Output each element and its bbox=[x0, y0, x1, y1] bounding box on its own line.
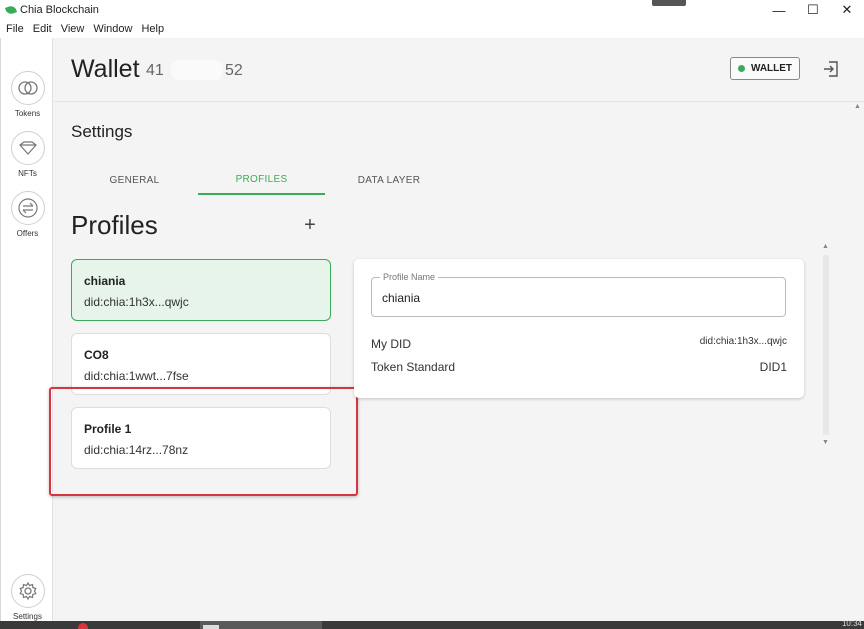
taskbar-app-icon[interactable] bbox=[78, 623, 88, 629]
gear-icon bbox=[10, 574, 45, 608]
status-dot-icon bbox=[737, 65, 745, 72]
profile-card-chiania[interactable]: chiania did:chia:1h3x...qwjc bbox=[71, 259, 331, 321]
scroll-thumb[interactable] bbox=[823, 255, 829, 435]
sidebar-item-label: NFTs bbox=[18, 169, 37, 178]
window-title: Chia Blockchain bbox=[20, 4, 99, 16]
settings-tabs: GENERAL PROFILES DATA LAYER bbox=[71, 165, 453, 195]
sidebar-item-nfts[interactable]: NFTs bbox=[1, 131, 54, 178]
profiles-heading: Profiles bbox=[71, 210, 158, 240]
maximize-button[interactable]: ☐ bbox=[796, 0, 830, 20]
page-title: Wallet bbox=[71, 55, 140, 83]
scroll-up-arrow[interactable]: ▲ bbox=[822, 243, 829, 250]
detail-scrollbar[interactable]: ▲ ▼ bbox=[820, 243, 832, 446]
profile-name-field-label: Profile Name bbox=[380, 272, 439, 282]
profile-name: chiania bbox=[84, 274, 126, 288]
sidebar-item-label: Offers bbox=[16, 229, 39, 238]
tab-profiles[interactable]: PROFILES bbox=[198, 165, 325, 195]
top-edge-mark bbox=[652, 0, 686, 6]
menu-view[interactable]: View bbox=[61, 23, 85, 35]
profile-did: did:chia:14rz...78nz bbox=[84, 443, 189, 457]
main-scroll-up-arrow[interactable]: ▲ bbox=[854, 103, 861, 110]
my-did-label: My DID bbox=[371, 337, 411, 351]
taskbar: 10:34 bbox=[0, 619, 864, 629]
offers-swap-icon bbox=[10, 191, 45, 225]
taskbar-clock: 10:34 bbox=[841, 619, 862, 628]
token-standard-value: DID1 bbox=[759, 360, 787, 374]
profile-name-field-value[interactable]: chiania bbox=[382, 291, 420, 305]
settings-title: Settings bbox=[71, 122, 133, 141]
wallet-header: Wallet 41 52 WALLET bbox=[54, 38, 864, 102]
nft-diamond-icon bbox=[10, 131, 45, 165]
wallet-status-button[interactable]: WALLET bbox=[730, 57, 800, 80]
tokens-icon bbox=[10, 71, 45, 105]
tab-data-layer[interactable]: DATA LAYER bbox=[325, 165, 453, 195]
tab-general[interactable]: GENERAL bbox=[71, 165, 198, 195]
menu-bar: File Edit View Window Help bbox=[0, 20, 864, 38]
close-button[interactable]: ✕ bbox=[830, 0, 864, 20]
wallet-id-suffix: 52 bbox=[225, 62, 243, 79]
minimize-button[interactable]: — bbox=[762, 0, 796, 20]
sidebar: Tokens NFTs Offers Settings bbox=[0, 38, 53, 621]
profile-did: did:chia:1wwt...7fse bbox=[84, 369, 189, 383]
wallet-button-label: WALLET bbox=[750, 63, 793, 74]
menu-file[interactable]: File bbox=[6, 23, 24, 35]
profile-name: Profile 1 bbox=[84, 422, 132, 436]
menu-window[interactable]: Window bbox=[93, 23, 132, 35]
profile-name: CO8 bbox=[84, 348, 109, 362]
sidebar-item-tokens[interactable]: Tokens bbox=[1, 71, 54, 118]
sidebar-item-settings[interactable]: Settings bbox=[1, 574, 54, 621]
sidebar-item-label: Tokens bbox=[14, 109, 41, 118]
title-bar: Chia Blockchain — ☐ ✕ bbox=[0, 0, 864, 20]
scroll-down-arrow[interactable]: ▼ bbox=[822, 439, 829, 446]
profile-did: did:chia:1h3x...qwjc bbox=[84, 295, 189, 309]
sidebar-item-label: Settings bbox=[13, 612, 42, 621]
chia-leaf-icon bbox=[4, 4, 18, 16]
sidebar-item-offers[interactable]: Offers bbox=[1, 191, 54, 238]
add-profile-button[interactable]: + bbox=[300, 215, 320, 235]
menu-edit[interactable]: Edit bbox=[33, 23, 52, 35]
my-did-value: did:chia:1h3x...qwjc bbox=[699, 336, 787, 347]
profile-detail-panel: Profile Name chiania My DID did:chia:1h3… bbox=[354, 259, 804, 398]
menu-help[interactable]: Help bbox=[141, 23, 164, 35]
profile-card-profile-1[interactable]: Profile 1 did:chia:14rz...78nz bbox=[71, 407, 331, 469]
profile-card-co8[interactable]: CO8 did:chia:1wwt...7fse bbox=[71, 333, 331, 395]
wallet-id-prefix: 41 bbox=[146, 62, 164, 79]
token-standard-label: Token Standard bbox=[371, 360, 456, 374]
wallet-id-redaction bbox=[171, 60, 223, 80]
window-controls: — ☐ ✕ bbox=[762, 0, 864, 20]
taskbar-active-indicator bbox=[203, 625, 219, 629]
profile-name-field[interactable]: Profile Name chiania bbox=[371, 272, 786, 317]
logout-icon[interactable] bbox=[822, 60, 840, 78]
